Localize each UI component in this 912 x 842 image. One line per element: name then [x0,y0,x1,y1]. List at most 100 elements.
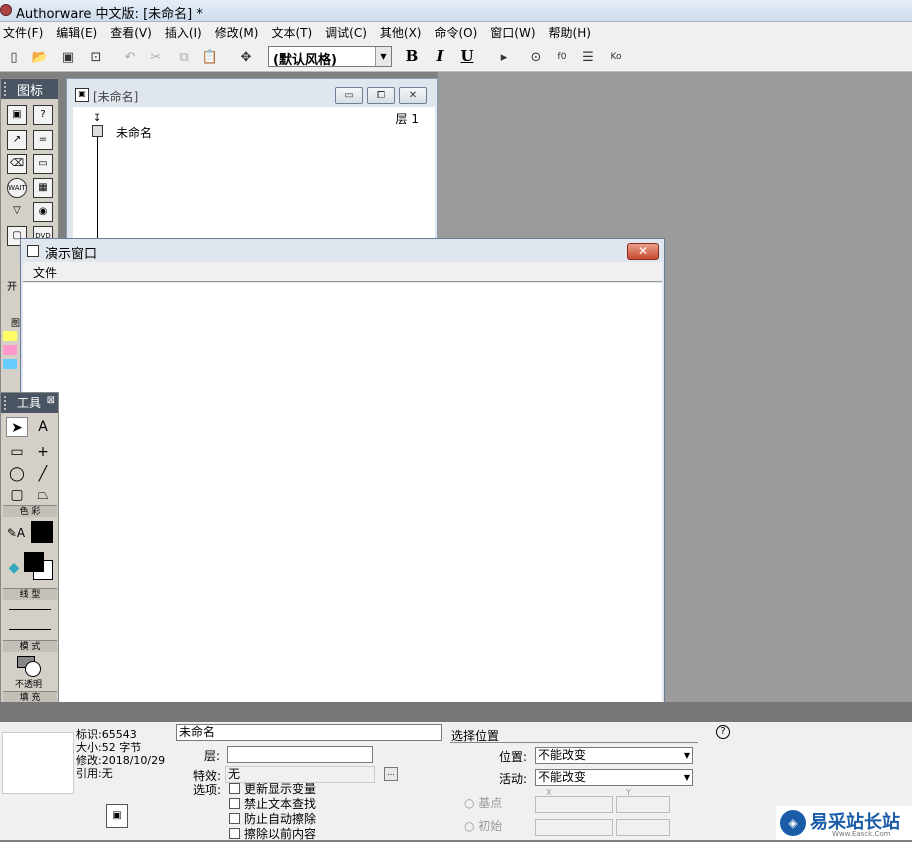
undo-icon[interactable]: ↶ [120,47,140,67]
cut-icon[interactable]: ✂ [146,47,166,67]
polygon-tool-icon[interactable]: ⏢ [32,485,54,505]
base-radio[interactable]: ○ 基点 [464,794,502,811]
divider [450,742,698,743]
open-icon-button[interactable]: ▣ [106,804,128,828]
active-label: 活动: [499,772,528,786]
option-no-text-find[interactable]: 禁止文本查找 [229,796,316,811]
menu-other[interactable]: 其他(X) [374,22,429,41]
variables-icon[interactable]: ☰ [578,47,598,67]
style-select-value: (默认风格) [273,53,337,68]
navigate-icon[interactable]: ▭ [33,154,53,174]
foreground-color-swatch[interactable] [24,552,44,572]
position-label: 位置: [499,750,528,764]
display-icon[interactable]: ▣ [7,105,27,125]
rectangle-tool-icon[interactable]: ▭ [6,442,28,462]
open-file-icon[interactable]: 📂 [30,47,50,67]
icon-preview [2,732,74,794]
decision-icon[interactable]: ? [33,105,53,125]
flowline-window-icon: ▣ [75,88,89,102]
base-y-field [616,796,670,813]
maximize-button[interactable]: ⧠ [367,87,395,104]
color-swatch-yellow[interactable] [3,331,17,341]
line-style-thin[interactable] [9,609,51,610]
layer-field[interactable] [227,746,373,763]
menu-help[interactable]: 帮助(H) [543,22,598,41]
tools-palette-header: 工具 ⊠ [1,393,58,413]
sound-icon[interactable]: ◉ [33,202,53,222]
menu-window[interactable]: 窗口(W) [484,22,542,41]
close-icon[interactable]: ✕ [627,243,659,260]
presentation-canvas[interactable] [23,283,662,721]
movie-icon[interactable]: ▦ [33,178,53,198]
menu-text[interactable]: 文本(T) [265,22,319,41]
menu-edit[interactable]: 编辑(E) [50,22,104,41]
erase-icon[interactable]: ⌫ [7,154,27,174]
menu-bar: 文件(F) 编辑(E) 查看(V) 插入(I) 修改(M) 文本(T) 调试(C) 其他(X)… [0,22,912,42]
import-icon[interactable]: ⊡ [86,47,106,67]
find-icon[interactable]: ✥ [236,47,256,67]
menu-view[interactable]: 查看(V) [104,22,159,41]
functions-icon[interactable]: f0 [552,47,572,67]
color-swatch-blue[interactable] [3,359,17,369]
presentation-menu-file[interactable]: 文件 [33,264,57,281]
position-select[interactable]: 不能改变 ▼ [535,747,693,764]
menu-file[interactable]: 文件(F) [0,22,50,41]
help-icon[interactable]: ? [716,725,730,739]
icon-palette-title: 图标 [17,84,44,99]
bold-button[interactable]: B [402,47,422,67]
mode-section-label: 模 式 [3,640,57,652]
display-icon-node[interactable] [92,125,103,137]
paste-icon[interactable]: 📋 [200,47,220,67]
wait-icon[interactable]: WAIT [7,178,27,198]
line-style-arrow[interactable] [9,629,51,630]
layer-field-label: 层: [204,749,221,763]
menu-insert[interactable]: 插入(I) [159,22,209,41]
init-radio[interactable]: ○ 初始 [464,817,502,834]
menu-modify[interactable]: 修改(M) [209,22,266,41]
chevron-down-icon[interactable]: ▼ [375,47,391,66]
calculation-icon[interactable]: = [33,130,53,150]
option-erase-previous[interactable]: 擦除以前内容 [229,826,316,841]
rounded-rect-tool-icon[interactable]: ▢ [6,485,28,505]
effect-button[interactable]: ... [384,767,398,781]
close-icon[interactable]: ✕ [399,87,427,104]
flowline-canvas[interactable]: 层 1 ↧ 未命名 [73,107,435,249]
pen-color-icon[interactable]: ✎A [5,523,27,543]
pointer-tool-icon[interactable]: ➤ [6,417,28,437]
menu-debug[interactable]: 调试(C) [319,22,374,41]
control-panel-icon[interactable]: ⊙ [526,47,546,67]
toolbar: ▯ 📂 ▣ ⊡ ↶ ✂ ⧉ 📋 ✥ (默认风格) ▼ B I U ▸ ⊙ f0 … [0,42,912,72]
italic-button[interactable]: I [430,47,450,67]
fill-bucket-icon[interactable]: ◆ [3,558,25,578]
color-swatch-pink[interactable] [3,345,17,355]
motion-icon[interactable]: ↗ [7,130,27,150]
oval-tool-icon[interactable]: ◯ [6,464,28,484]
menu-command[interactable]: 命令(O) [428,22,484,41]
new-file-icon[interactable]: ▯ [4,47,24,67]
underline-button[interactable]: U [457,47,477,67]
run-icon[interactable]: ▸ [494,47,514,67]
knowledge-objects-icon[interactable]: Ko [606,47,626,67]
option-update-vars[interactable]: 更新显示变量 [229,781,316,796]
presentation-menu-bar: 文件 [23,262,662,282]
flowline-window: ▣ [未命名] ▭ ⧠ ✕ 层 1 ↧ 未命名 [66,78,438,249]
watermark-sub: Www.Easck.Com [832,830,891,838]
minimize-button[interactable]: ▭ [335,87,363,104]
option-prevent-auto-erase[interactable]: 防止自动擦除 [229,811,316,826]
file-name-label: 未命名 [116,126,153,140]
crosshair-tool-icon[interactable]: + [32,442,54,462]
chevron-down-icon: ▼ [683,751,690,760]
line-tool-icon[interactable]: ╱ [32,464,54,484]
icon-name-field[interactable]: 未命名 [176,724,442,741]
close-icon[interactable]: ⊠ [47,395,55,406]
style-select[interactable]: (默认风格) ▼ [268,46,392,68]
interaction-icon[interactable]: ▽ [7,202,27,222]
text-tool-icon[interactable]: A [32,417,54,437]
app-title: Authorware 中文版: [未命名] * [16,7,203,22]
copy-icon[interactable]: ⧉ [174,47,194,67]
active-select[interactable]: 不能改变 ▼ [535,769,693,786]
pen-color-swatch[interactable] [31,521,53,543]
icon-color-label: 图 [11,319,21,329]
save-all-icon[interactable]: ▣ [58,47,78,67]
watermark-logo: ◈ 易采站长站 Www.Easck.Com [776,806,912,840]
